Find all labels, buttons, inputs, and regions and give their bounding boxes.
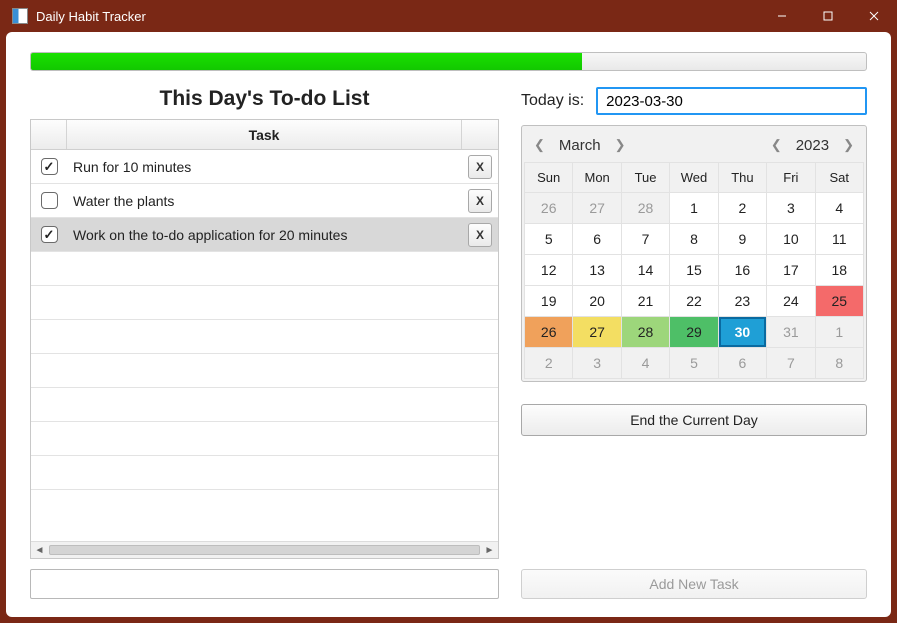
calendar-day[interactable]: 10: [767, 224, 814, 254]
calendar-day[interactable]: 13: [573, 255, 620, 285]
calendar-day[interactable]: 9: [719, 224, 766, 254]
scroll-thumb[interactable]: [49, 545, 480, 555]
calendar: ❮ March ❯ ❮ 2023 ❯ SunMonTueWedThuFriSat…: [521, 125, 867, 382]
calendar-day[interactable]: 14: [622, 255, 669, 285]
calendar-day[interactable]: 15: [670, 255, 717, 285]
calendar-day[interactable]: 31: [767, 317, 814, 347]
calendar-day[interactable]: 23: [719, 286, 766, 316]
calendar-weekday: Sat: [816, 163, 863, 192]
calendar-day[interactable]: 28: [622, 317, 669, 347]
calendar-day[interactable]: 8: [670, 224, 717, 254]
calendar-day[interactable]: 2: [525, 348, 572, 378]
calendar-day[interactable]: 6: [573, 224, 620, 254]
task-checkbox[interactable]: [41, 158, 58, 175]
task-row-empty: [31, 354, 498, 388]
calendar-day[interactable]: 18: [816, 255, 863, 285]
end-day-button[interactable]: End the Current Day: [521, 404, 867, 436]
task-row[interactable]: Work on the to-do application for 20 min…: [31, 218, 498, 252]
next-year-button[interactable]: ❯: [839, 135, 858, 155]
calendar-day[interactable]: 2: [719, 193, 766, 223]
calendar-day[interactable]: 6: [719, 348, 766, 378]
column-header-checkbox[interactable]: [31, 120, 67, 149]
task-text: Work on the to-do application for 20 min…: [67, 227, 462, 243]
calendar-day[interactable]: 27: [573, 193, 620, 223]
calendar-day[interactable]: 11: [816, 224, 863, 254]
close-button[interactable]: [851, 0, 897, 32]
delete-task-button[interactable]: X: [468, 155, 492, 179]
calendar-day[interactable]: 5: [670, 348, 717, 378]
next-month-button[interactable]: ❯: [611, 135, 630, 155]
calendar-year-label: 2023: [796, 137, 829, 154]
todo-heading: This Day's To-do List: [30, 87, 499, 111]
maximize-button[interactable]: [805, 0, 851, 32]
date-label: Today is:: [521, 92, 584, 110]
scroll-right-icon[interactable]: ►: [481, 542, 498, 559]
calendar-day[interactable]: 7: [767, 348, 814, 378]
calendar-day[interactable]: 29: [670, 317, 717, 347]
task-row-empty: [31, 388, 498, 422]
calendar-day[interactable]: 24: [767, 286, 814, 316]
calendar-day[interactable]: 4: [816, 193, 863, 223]
task-row-empty: [31, 320, 498, 354]
prev-year-button[interactable]: ❮: [767, 135, 786, 155]
calendar-day[interactable]: 26: [525, 317, 572, 347]
calendar-day[interactable]: 30: [719, 317, 766, 347]
calendar-day[interactable]: 27: [573, 317, 620, 347]
task-checkbox[interactable]: [41, 226, 58, 243]
new-task-input[interactable]: [30, 569, 499, 599]
calendar-day[interactable]: 21: [622, 286, 669, 316]
task-row-empty: [31, 252, 498, 286]
calendar-month-label: March: [559, 137, 601, 154]
progress-fill: [31, 53, 582, 70]
calendar-day[interactable]: 25: [816, 286, 863, 316]
task-text: Water the plants: [67, 193, 462, 209]
window-title: Daily Habit Tracker: [36, 9, 146, 24]
task-table: Task Run for 10 minutesXWater the plants…: [30, 119, 499, 559]
calendar-day[interactable]: 3: [573, 348, 620, 378]
calendar-day[interactable]: 1: [670, 193, 717, 223]
calendar-weekday: Mon: [573, 163, 620, 192]
task-row-empty: [31, 286, 498, 320]
calendar-day[interactable]: 7: [622, 224, 669, 254]
task-row[interactable]: Water the plants X: [31, 184, 498, 218]
calendar-day[interactable]: 1: [816, 317, 863, 347]
horizontal-scrollbar[interactable]: ◄ ►: [31, 541, 498, 558]
calendar-day[interactable]: 22: [670, 286, 717, 316]
column-header-delete[interactable]: [462, 120, 498, 149]
task-row-empty: [31, 456, 498, 490]
calendar-day[interactable]: 12: [525, 255, 572, 285]
calendar-day[interactable]: 19: [525, 286, 572, 316]
calendar-weekday: Sun: [525, 163, 572, 192]
calendar-day[interactable]: 3: [767, 193, 814, 223]
scroll-left-icon[interactable]: ◄: [31, 542, 48, 559]
task-text: Run for 10 minutes: [67, 159, 462, 175]
calendar-day[interactable]: 16: [719, 255, 766, 285]
delete-task-button[interactable]: X: [468, 223, 492, 247]
column-header-task[interactable]: Task: [67, 120, 462, 149]
calendar-weekday: Tue: [622, 163, 669, 192]
calendar-day[interactable]: 28: [622, 193, 669, 223]
calendar-day[interactable]: 17: [767, 255, 814, 285]
date-input[interactable]: [596, 87, 867, 115]
titlebar: Daily Habit Tracker: [0, 0, 897, 32]
app-icon: [12, 8, 28, 24]
calendar-weekday: Wed: [670, 163, 717, 192]
task-row[interactable]: Run for 10 minutes X: [31, 150, 498, 184]
delete-task-button[interactable]: X: [468, 189, 492, 213]
calendar-weekday: Thu: [719, 163, 766, 192]
calendar-weekday: Fri: [767, 163, 814, 192]
add-task-button[interactable]: Add New Task: [521, 569, 867, 599]
task-checkbox[interactable]: [41, 192, 58, 209]
calendar-day[interactable]: 5: [525, 224, 572, 254]
calendar-day[interactable]: 4: [622, 348, 669, 378]
prev-month-button[interactable]: ❮: [530, 135, 549, 155]
progress-bar: [30, 52, 867, 71]
task-row-empty: [31, 422, 498, 456]
calendar-day[interactable]: 8: [816, 348, 863, 378]
calendar-day[interactable]: 20: [573, 286, 620, 316]
calendar-day[interactable]: 26: [525, 193, 572, 223]
minimize-button[interactable]: [759, 0, 805, 32]
